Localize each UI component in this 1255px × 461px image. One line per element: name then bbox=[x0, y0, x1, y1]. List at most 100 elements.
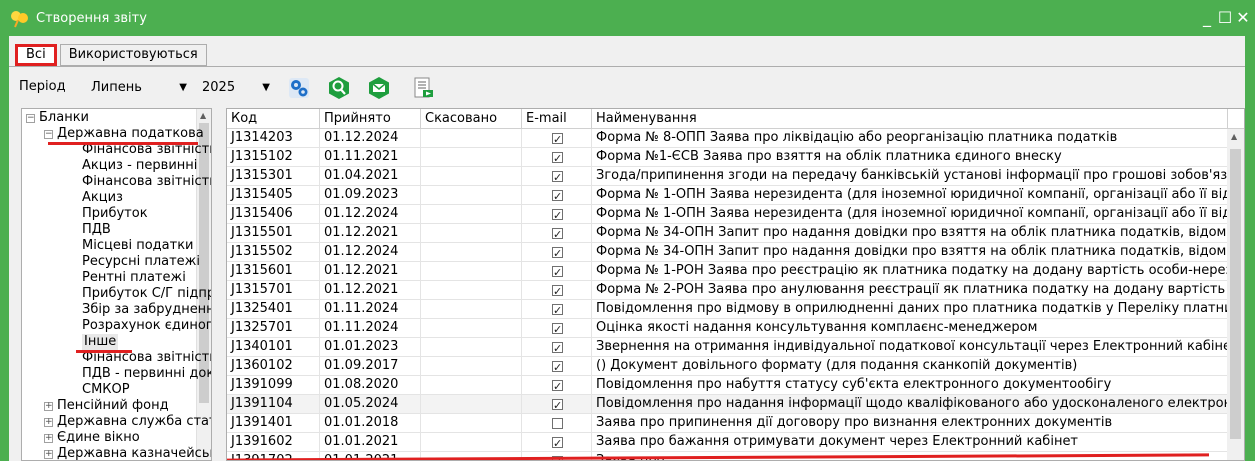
collapse-icon[interactable]: − bbox=[44, 130, 53, 139]
cell-code: J1315406 bbox=[227, 205, 320, 224]
tab-used[interactable]: Використовуються bbox=[59, 44, 207, 66]
tree-node-pension-fund[interactable]: + Пенсійний фонд bbox=[44, 398, 169, 414]
table-row[interactable]: J131550201.12.2024 Форма № 34-ОПН Запит п… bbox=[227, 243, 1228, 262]
forms-table[interactable]: Код Прийнято Скасовано E-mail Найменуван… bbox=[226, 108, 1245, 461]
email-checkbox[interactable] bbox=[552, 150, 563, 166]
scroll-up-icon[interactable]: ▲ bbox=[1231, 132, 1237, 141]
tree-node-treasury[interactable]: + Державна казначейська служба bbox=[44, 446, 211, 460]
tree-node-item[interactable]: Місцеві податки bbox=[82, 238, 194, 254]
scroll-up-icon[interactable]: ▲ bbox=[200, 111, 206, 120]
column-header-accepted[interactable]: Прийнято bbox=[320, 109, 421, 129]
cell-accepted: 01.12.2021 bbox=[320, 281, 421, 300]
table-row[interactable]: J131540601.12.2024 Форма № 1-ОПН Заява не… bbox=[227, 205, 1228, 224]
email-checkbox[interactable] bbox=[552, 359, 563, 375]
table-row[interactable]: J136010201.09.2017 () Документ довільного… bbox=[227, 357, 1228, 376]
maximize-icon[interactable]: ☐ bbox=[1217, 9, 1233, 27]
mail-green-icon[interactable] bbox=[367, 76, 391, 100]
tab-all[interactable]: Всі bbox=[15, 44, 57, 66]
expand-icon[interactable]: + bbox=[44, 450, 53, 459]
cell-code: J1391401 bbox=[227, 414, 320, 433]
tree-node-state-tax[interactable]: − Державна податкова bbox=[44, 126, 204, 142]
period-label: Період bbox=[19, 79, 66, 94]
tree-node-item[interactable]: Фінансова звітність bbox=[82, 174, 211, 190]
table-row[interactable]: J131420301.12.2024 Форма № 8-ОПП Заява пр… bbox=[227, 129, 1228, 148]
email-checkbox[interactable] bbox=[552, 245, 563, 261]
table-row[interactable]: J134010101.01.2023 Звернення на отримання… bbox=[227, 338, 1228, 357]
cell-accepted: 01.11.2024 bbox=[320, 319, 421, 338]
table-row[interactable]: J139160201.01.2021 Заява про бажання отри… bbox=[227, 433, 1228, 452]
cell-name: Повідомлення про набуття статусу суб'єкт… bbox=[592, 376, 1228, 395]
table-row[interactable]: J131560101.12.2021 Форма № 1-РОН Заява пр… bbox=[227, 262, 1228, 281]
column-header-name[interactable]: Найменування bbox=[592, 109, 1228, 129]
window-title: Створення звіту bbox=[36, 11, 147, 26]
email-checkbox[interactable] bbox=[552, 264, 563, 280]
email-checkbox[interactable] bbox=[552, 302, 563, 318]
annotation-underline bbox=[76, 350, 132, 353]
table-row[interactable]: J131510201.11.2021 Форма №1-ЄСВ Заява про… bbox=[227, 148, 1228, 167]
settings-gears-icon[interactable] bbox=[287, 76, 311, 100]
table-row[interactable]: J132540101.11.2024 Повідомлення про відмо… bbox=[227, 300, 1228, 319]
tab-strip: Всі Використовуються bbox=[9, 44, 210, 66]
document-export-icon[interactable] bbox=[411, 76, 435, 100]
collapse-icon[interactable]: − bbox=[26, 114, 35, 123]
tree-node-item[interactable]: Прибуток С/Г підприємств bbox=[82, 286, 211, 302]
email-checkbox[interactable] bbox=[552, 188, 563, 204]
tree-node-item[interactable]: Рентні платежі bbox=[82, 270, 186, 286]
tree-node-item[interactable]: Прибуток bbox=[82, 206, 148, 222]
email-checkbox[interactable] bbox=[552, 207, 563, 223]
email-checkbox[interactable] bbox=[552, 340, 563, 356]
month-select[interactable]: Липень ▼ bbox=[91, 77, 187, 99]
table-row[interactable]: J139110401.05.2024 Повідомлення про надан… bbox=[227, 395, 1228, 414]
tree-node-item[interactable]: ПДВ - первинні документи bbox=[82, 366, 211, 382]
tree-node-blanks[interactable]: − Бланки bbox=[26, 110, 89, 126]
tree-node-item[interactable]: Розрахунок єдиного внеску bbox=[82, 318, 211, 334]
email-checkbox[interactable] bbox=[552, 378, 563, 394]
table-row[interactable]: J131530101.04.2021 Згода/припинення згоди… bbox=[227, 167, 1228, 186]
email-checkbox[interactable] bbox=[552, 418, 563, 429]
table-row[interactable]: J132570101.11.2024 Оцінка якості надання … bbox=[227, 319, 1228, 338]
table-row[interactable]: J139109901.08.2020 Повідомлення про набут… bbox=[227, 376, 1228, 395]
email-checkbox[interactable] bbox=[552, 435, 563, 451]
year-select[interactable]: 2025 ▼ bbox=[202, 77, 270, 99]
email-checkbox[interactable] bbox=[552, 397, 563, 413]
email-checkbox[interactable] bbox=[552, 169, 563, 185]
tree-node-single-window[interactable]: + Єдине вікно bbox=[44, 430, 140, 446]
tree-node-other-selected[interactable]: Інше bbox=[82, 334, 119, 350]
tree-node-item[interactable]: Акциз bbox=[82, 190, 123, 206]
column-header-code[interactable]: Код bbox=[227, 109, 320, 129]
close-icon[interactable]: ✕ bbox=[1235, 9, 1251, 27]
minimize-icon[interactable]: _ bbox=[1199, 9, 1215, 27]
tree-scrollbar[interactable]: ▲ bbox=[196, 109, 211, 460]
column-header-email[interactable]: E-mail bbox=[522, 109, 592, 129]
tree-node-item[interactable]: ПДВ bbox=[82, 222, 111, 238]
table-row[interactable]: J131550101.12.2021 Форма № 34-ОПН Запит п… bbox=[227, 224, 1228, 243]
tree-node-item[interactable]: Акциз - первинні bbox=[82, 158, 197, 174]
table-scrollbar[interactable]: ▲ bbox=[1227, 129, 1244, 460]
expand-icon[interactable]: + bbox=[44, 418, 53, 427]
expand-icon[interactable]: + bbox=[44, 434, 53, 443]
expand-icon[interactable]: + bbox=[44, 402, 53, 411]
email-checkbox[interactable] bbox=[552, 131, 563, 147]
email-checkbox[interactable] bbox=[552, 283, 563, 299]
chevron-down-icon[interactable]: ▼ bbox=[262, 77, 270, 99]
tree-node-item[interactable]: Ресурсні платежі bbox=[82, 254, 200, 270]
cell-cancelled bbox=[421, 148, 522, 167]
scroll-thumb[interactable] bbox=[1230, 149, 1241, 439]
search-green-icon[interactable] bbox=[327, 76, 351, 100]
email-checkbox[interactable] bbox=[552, 321, 563, 337]
report-window: Створення звіту _ ☐ ✕ Всі Використовують… bbox=[0, 0, 1255, 461]
email-checkbox[interactable] bbox=[552, 226, 563, 242]
cell-name: Згода/припинення згоди на передачу банкі… bbox=[592, 167, 1228, 186]
cell-cancelled bbox=[421, 167, 522, 186]
tree-node-statistics[interactable]: + Державна служба статистики bbox=[44, 414, 211, 430]
tree-node-item[interactable]: Збір за забруднення bbox=[82, 302, 211, 318]
table-row[interactable]: J131570101.12.2021 Форма № 2-РОН Заява пр… bbox=[227, 281, 1228, 300]
chevron-down-icon[interactable]: ▼ bbox=[179, 77, 187, 99]
tree-node-item[interactable]: СМКОР bbox=[82, 382, 130, 398]
table-row[interactable]: J1391401 01.01.2018 Заява про припинення д… bbox=[227, 414, 1228, 433]
column-header-cancelled[interactable]: Скасовано bbox=[421, 109, 522, 129]
cell-cancelled bbox=[421, 243, 522, 262]
forms-tree[interactable]: ▲ − Бланки − Державна податкова Фінансова … bbox=[21, 108, 212, 461]
table-row[interactable]: J131540501.09.2023 Форма № 1-ОПН Заява не… bbox=[227, 186, 1228, 205]
title-bar[interactable]: Створення звіту _ ☐ ✕ bbox=[0, 0, 1255, 36]
